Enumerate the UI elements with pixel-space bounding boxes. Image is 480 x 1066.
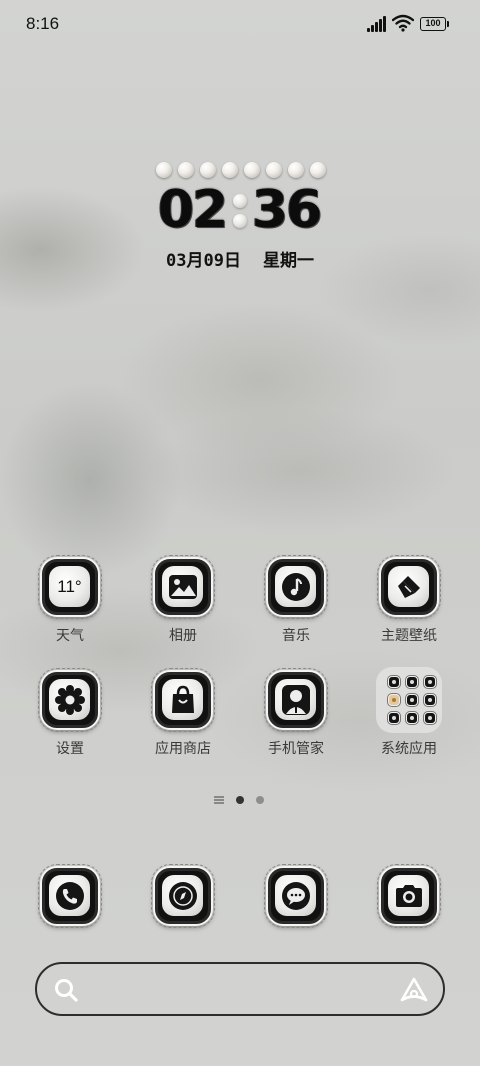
dock-browser[interactable] (143, 864, 223, 928)
date-text: 03月09日 (166, 251, 241, 271)
phone-icon (38, 864, 102, 928)
search-icon[interactable] (53, 977, 79, 1003)
app-theme[interactable]: 主题壁纸 (369, 555, 449, 645)
battery-nub (447, 21, 449, 27)
phone-manager-icon (264, 668, 328, 732)
theme-brush-icon (377, 555, 441, 619)
app-label: 音乐 (282, 628, 310, 644)
clock-colon (232, 192, 248, 228)
app-label: 手机管家 (268, 741, 324, 757)
app-label: 相册 (169, 628, 197, 644)
wifi-icon (392, 14, 414, 32)
dock-messages[interactable] (256, 864, 336, 928)
browser-compass-icon (151, 864, 215, 928)
app-label: 设置 (56, 741, 84, 757)
signal-icon (367, 16, 387, 32)
battery-level: 100 (425, 18, 441, 28)
battery-icon: 100 (420, 17, 446, 31)
app-music[interactable]: 音乐 (256, 555, 336, 645)
folder-icon (376, 667, 442, 733)
clock-widget[interactable]: 02 36 (156, 180, 331, 242)
gallery-icon (151, 555, 215, 619)
pearl-decoration (156, 162, 326, 180)
status-bar: 8:16 100 (0, 0, 480, 50)
messages-icon (264, 864, 328, 928)
date-line: 03月09日 星期一 (166, 246, 314, 271)
app-label: 应用商店 (155, 741, 211, 757)
status-time: 8:16 (26, 14, 60, 33)
camera-icon (377, 864, 441, 928)
app-label: 系统应用 (381, 741, 437, 757)
search-bar[interactable] (35, 962, 445, 1016)
page-dot-active[interactable] (236, 796, 244, 804)
clock-minutes: 36 (252, 180, 322, 240)
app-weather[interactable]: 11° 天气 (30, 555, 110, 645)
weather-temp: 11° (57, 576, 82, 596)
app-store[interactable]: 应用商店 (143, 668, 223, 758)
weekday-text: 星期一 (262, 251, 314, 271)
app-store-bag-icon (151, 668, 215, 732)
page-dot[interactable] (256, 796, 264, 804)
app-folder-system[interactable]: 系统应用 (369, 667, 449, 758)
app-label: 天气 (56, 628, 84, 644)
page-indicator[interactable] (214, 796, 264, 804)
settings-gear-icon (38, 668, 102, 732)
app-gallery[interactable]: 相册 (143, 555, 223, 645)
dock-camera[interactable] (369, 864, 449, 928)
clock-hours: 02 (158, 180, 228, 240)
app-phone-manager[interactable]: 手机管家 (256, 668, 336, 758)
dock-phone[interactable] (30, 864, 110, 928)
music-icon (264, 555, 328, 619)
weather-icon: 11° (38, 555, 102, 619)
app-settings[interactable]: 设置 (30, 668, 110, 758)
feed-page-icon[interactable] (214, 796, 224, 804)
assistant-icon[interactable] (399, 976, 429, 1004)
app-label: 主题壁纸 (381, 628, 437, 644)
